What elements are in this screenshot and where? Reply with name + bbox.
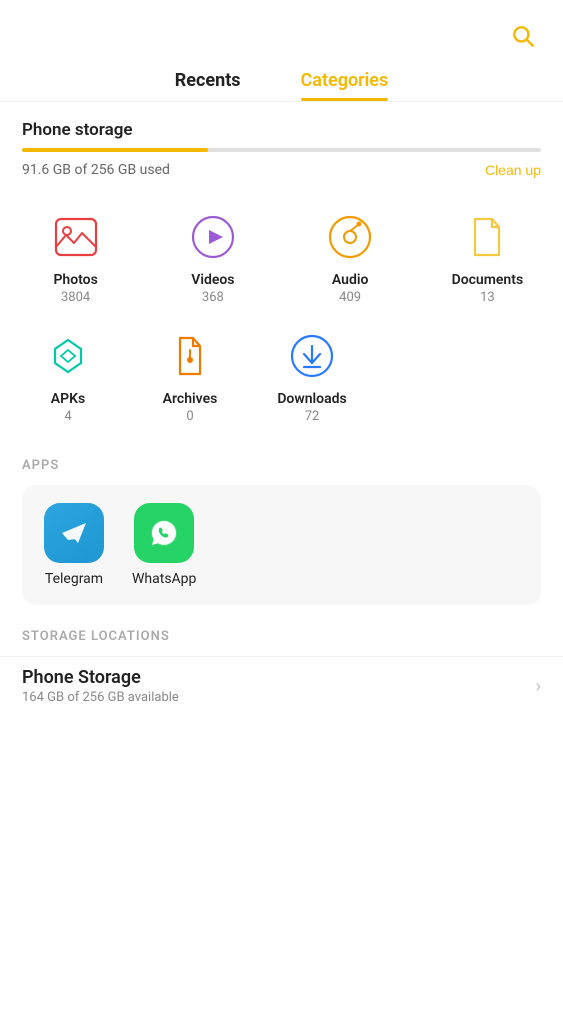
storage-used-text: 91.6 GB of 256 GB used	[22, 162, 170, 178]
tabs-bar: Recents Categories	[0, 62, 563, 101]
downloads-label: Downloads	[277, 391, 346, 407]
downloads-count: 72	[305, 409, 320, 424]
storage-location-subtitle: 164 GB of 256 GB available	[22, 690, 179, 705]
category-photos[interactable]: Photos 3804	[10, 202, 141, 311]
videos-count: 368	[202, 290, 224, 305]
storage-title: Phone storage	[22, 120, 541, 140]
documents-label: Documents	[452, 272, 524, 288]
telegram-icon	[44, 503, 104, 563]
apks-label: APKs	[51, 391, 85, 407]
categories-grid-row1: Photos 3804 Videos 368 Audio 409	[0, 202, 563, 311]
storage-bar-bg	[22, 148, 541, 152]
apps-section-label: APPS	[0, 458, 563, 473]
whatsapp-icon	[134, 503, 194, 563]
storage-location-title: Phone Storage	[22, 667, 179, 688]
category-videos[interactable]: Videos 368	[147, 202, 278, 311]
category-apks[interactable]: APKs 4	[10, 321, 126, 430]
apks-icon	[39, 327, 97, 385]
photos-icon	[47, 208, 105, 266]
category-audio[interactable]: Audio 409	[285, 202, 416, 311]
archives-icon	[161, 327, 219, 385]
header	[0, 0, 563, 62]
storage-locations-label: STORAGE LOCATIONS	[0, 629, 563, 644]
photos-count: 3804	[61, 290, 90, 305]
app-telegram[interactable]: Telegram	[44, 503, 104, 587]
chevron-right-icon: ›	[536, 676, 541, 697]
search-button[interactable]	[505, 18, 541, 54]
storage-info-row: 91.6 GB of 256 GB used Clean up	[22, 162, 541, 178]
search-icon	[510, 23, 536, 49]
app-whatsapp[interactable]: WhatsApp	[132, 503, 196, 587]
downloads-icon	[283, 327, 341, 385]
apps-card: Telegram WhatsApp	[22, 485, 541, 605]
storage-location-text: Phone Storage 164 GB of 256 GB available	[22, 667, 179, 705]
audio-label: Audio	[332, 272, 369, 288]
archives-count: 0	[186, 409, 193, 424]
storage-location-phone[interactable]: Phone Storage 164 GB of 256 GB available…	[0, 656, 563, 715]
categories-grid-row2: APKs 4 Archives 0 Downloads 72	[0, 321, 380, 430]
phone-storage-section: Phone storage 91.6 GB of 256 GB used Cle…	[0, 102, 563, 178]
archives-label: Archives	[163, 391, 218, 407]
documents-icon	[458, 208, 516, 266]
tab-recents[interactable]: Recents	[175, 70, 241, 101]
category-downloads[interactable]: Downloads 72	[254, 321, 370, 430]
storage-bar-fill	[22, 148, 208, 152]
whatsapp-label: WhatsApp	[132, 571, 196, 587]
audio-icon	[321, 208, 379, 266]
tab-categories[interactable]: Categories	[301, 70, 389, 101]
telegram-label: Telegram	[45, 571, 103, 587]
videos-label: Videos	[191, 272, 234, 288]
photos-label: Photos	[53, 272, 97, 288]
apks-count: 4	[64, 409, 71, 424]
cleanup-button[interactable]: Clean up	[485, 162, 541, 178]
audio-count: 409	[339, 290, 361, 305]
documents-count: 13	[480, 290, 495, 305]
videos-icon	[184, 208, 242, 266]
category-archives[interactable]: Archives 0	[132, 321, 248, 430]
category-documents[interactable]: Documents 13	[422, 202, 553, 311]
